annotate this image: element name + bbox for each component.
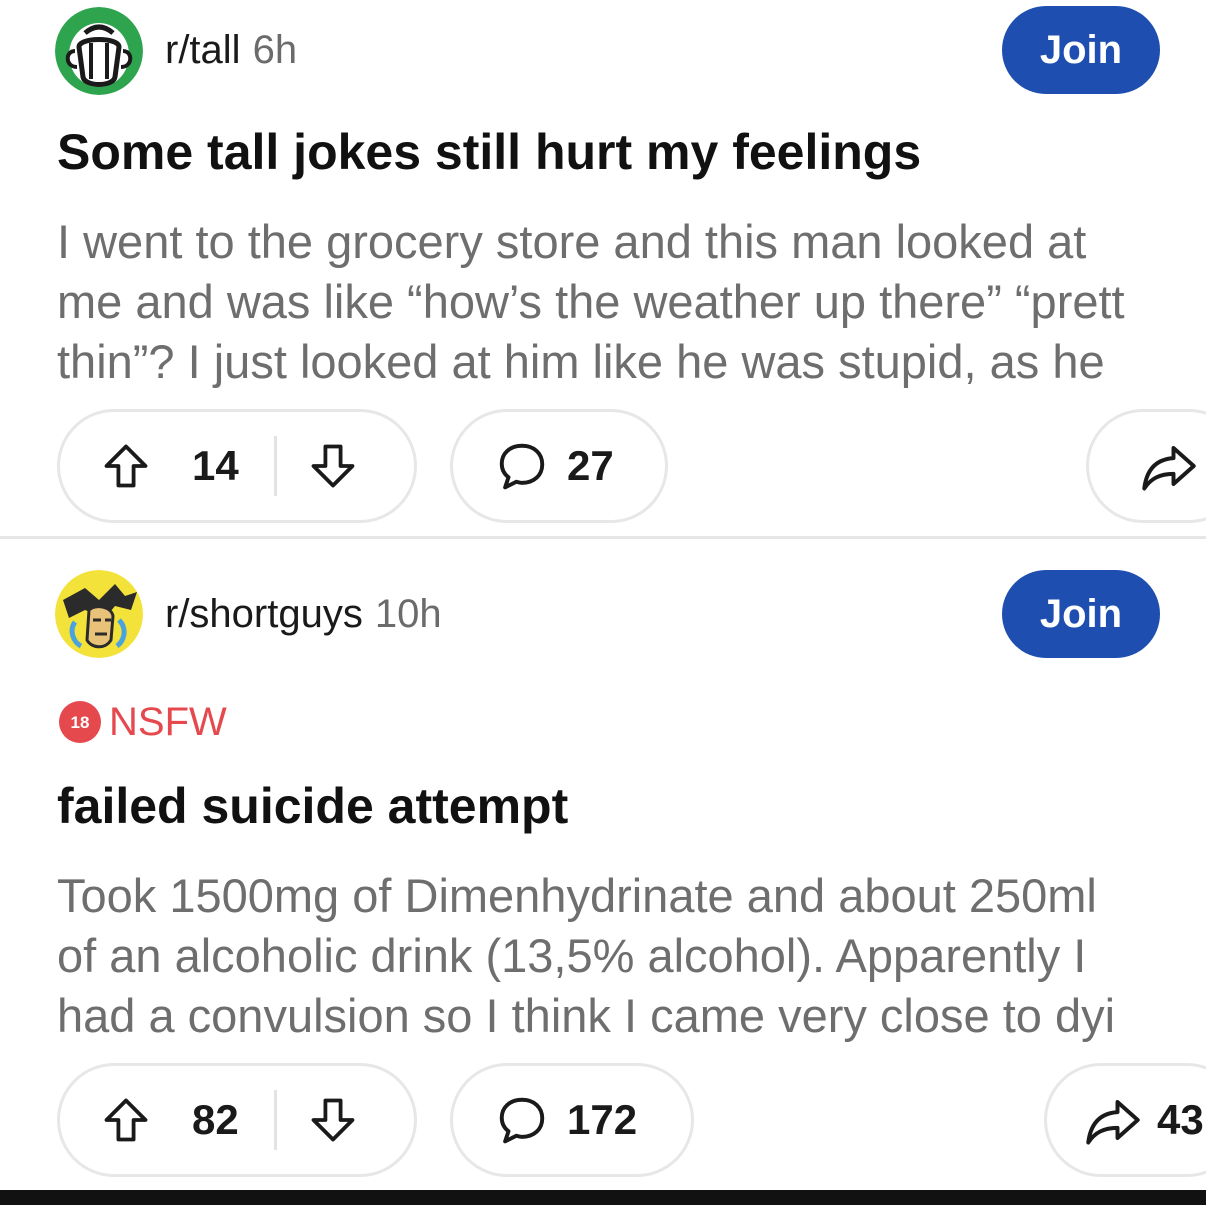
share-count: 43 [1157,1096,1204,1143]
post-time: 10h [374,592,442,636]
post-body-line: me and was like “how’s the weather up th… [57,275,1125,328]
nsfw-badge-icon: 18 [59,701,101,743]
share-icon [1139,439,1199,493]
upvote-icon[interactable] [100,1094,152,1146]
nsfw-badge-text: 18 [71,713,90,732]
comment-icon [495,1093,549,1147]
share-button[interactable] [1086,409,1206,523]
post-title[interactable]: failed suicide attempt [57,776,568,836]
post-card[interactable]: r/shortguys 10h Join 18 NSFW failed suici… [0,540,1206,1190]
vote-divider [274,1090,277,1150]
nsfw-label: NSFW [109,700,227,744]
bottom-edge-bar [0,1190,1206,1205]
subreddit-name[interactable]: r/shortguys [165,592,363,636]
post-body-line: thin”? I just looked at him like he was … [57,335,1105,388]
join-button[interactable]: Join [1002,6,1160,94]
comments-button[interactable]: 27 [450,409,668,523]
vote-divider [274,436,277,496]
post-body-line: had a convulsion so I think I came very … [57,989,1116,1042]
subreddit-name[interactable]: r/tall [165,28,241,72]
comment-count: 172 [567,1096,638,1143]
nsfw-tag: 18 NSFW [57,698,227,746]
post-title[interactable]: Some tall jokes still hurt my feelings [57,122,921,182]
post-meta: r/tall 6h [165,26,297,74]
subreddit-avatar[interactable] [55,7,143,95]
post-meta: r/shortguys 10h [165,590,442,638]
upvote-count: 82 [192,1096,239,1143]
join-button[interactable]: Join [1002,570,1160,658]
subreddit-logo-icon [55,7,143,95]
comment-icon [495,439,549,493]
upvote-count: 14 [192,442,239,489]
post-body-line: of an alcoholic drink (13,5% alcohol). A… [57,929,1087,982]
comment-count: 27 [567,442,614,489]
share-button[interactable]: 43 [1044,1063,1206,1177]
downvote-icon[interactable] [307,440,359,492]
upvote-icon[interactable] [100,440,152,492]
post-divider [0,536,1206,539]
share-icon [1083,1093,1143,1147]
comments-button[interactable]: 172 [450,1063,694,1177]
vote-bar: 82 [57,1063,417,1177]
post-card[interactable]: r/tall 6h Join Some tall jokes still hurt… [0,0,1206,536]
post-body-line: Took 1500mg of Dimenhydrinate and about … [57,869,1097,922]
post-time: 6h [252,28,298,72]
post-body-line: I went to the grocery store and this man… [57,215,1087,268]
vote-bar: 14 [57,409,417,523]
subreddit-avatar[interactable] [55,570,143,658]
downvote-icon[interactable] [307,1094,359,1146]
subreddit-logo-icon [55,570,143,658]
